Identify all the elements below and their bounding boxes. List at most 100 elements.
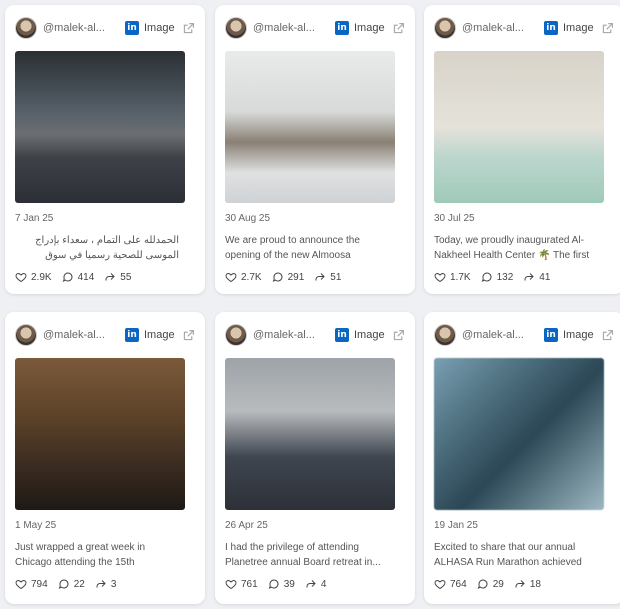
comment-icon (58, 578, 74, 590)
comment-icon (481, 271, 497, 283)
post-text: Today, we proudly inaugurated Al-Nakheel… (434, 235, 590, 261)
post-text: الحمدلله على التمام ، سعداء بإدراج الموس… (35, 235, 179, 261)
post-image[interactable] (15, 51, 185, 203)
author-handle[interactable]: @malek-al... (43, 329, 121, 341)
share-icon (95, 578, 111, 590)
post-type-label: Image (563, 329, 594, 341)
heart-icon (15, 578, 31, 590)
avatar[interactable] (225, 17, 247, 39)
post-date: 30 Jul 25 (434, 213, 475, 224)
avatar[interactable] (434, 17, 456, 39)
post-type-label: Image (354, 22, 385, 34)
comment-icon (477, 578, 493, 590)
post-image[interactable] (225, 358, 395, 510)
post-type-label: Image (563, 22, 594, 34)
post-card[interactable]: @malek-al... in Image 26 Apr 25 I had the pr… (215, 312, 415, 604)
post-card[interactable]: @malek-al... in Image 19 Jan 25 Excited to s… (424, 312, 620, 604)
engagement-stats: 764 29 18 (434, 578, 551, 590)
shares-stat: 51 (314, 271, 341, 283)
comment-icon (62, 271, 78, 283)
post-image[interactable] (434, 358, 604, 510)
comments-count: 414 (77, 271, 95, 283)
card-header: @malek-al... in Image (225, 322, 405, 348)
post-date: 1 May 25 (15, 520, 57, 531)
share-icon (305, 578, 321, 590)
post-card[interactable]: @malek-al... in Image 7 Jan 25 الحمدلله على … (5, 5, 205, 294)
share-icon (523, 271, 539, 283)
author-handle[interactable]: @malek-al... (253, 329, 331, 341)
card-header: @malek-al... in Image (434, 15, 614, 41)
shares-stat: 41 (523, 271, 550, 283)
avatar[interactable] (225, 324, 247, 346)
likes-count: 1.7K (450, 271, 471, 283)
avatar[interactable] (434, 324, 456, 346)
linkedin-icon: in (125, 328, 139, 342)
likes-stat: 794 (15, 578, 48, 590)
external-link-icon[interactable] (392, 22, 405, 35)
post-text: Just wrapped a great week in Chicago att… (15, 542, 146, 568)
share-icon (514, 578, 530, 590)
comments-count: 22 (73, 578, 85, 590)
post-date: 26 Apr 25 (225, 520, 268, 531)
shares-stat: 55 (104, 271, 131, 283)
heart-icon (434, 271, 450, 283)
post-date: 7 Jan 25 (15, 213, 54, 224)
linkedin-icon: in (544, 21, 558, 35)
shares-count: 4 (320, 578, 327, 590)
likes-stat: 761 (225, 578, 258, 590)
comment-icon (272, 271, 288, 283)
shares-count: 55 (120, 271, 132, 283)
avatar[interactable] (15, 17, 37, 39)
shares-count: 3 (110, 578, 117, 590)
comment-icon (268, 578, 284, 590)
external-link-icon[interactable] (182, 329, 195, 342)
external-link-icon[interactable] (601, 329, 614, 342)
shares-count: 51 (330, 271, 342, 283)
external-link-icon[interactable] (601, 22, 614, 35)
post-card[interactable]: @malek-al... in Image 30 Jul 25 Today, we pr… (424, 5, 620, 294)
post-image[interactable] (434, 51, 604, 203)
likes-count: 794 (31, 578, 48, 590)
post-image[interactable] (225, 51, 395, 203)
post-date: 19 Jan 25 (434, 520, 478, 531)
comments-count: 29 (492, 578, 504, 590)
post-image[interactable] (15, 358, 185, 510)
shares-stat: 4 (305, 578, 327, 590)
avatar[interactable] (15, 324, 37, 346)
post-grid: @malek-al... in Image 7 Jan 25 الحمدلله على … (0, 0, 620, 609)
likes-stat: 1.7K (434, 271, 471, 283)
post-text: We are proud to announce the opening of … (225, 235, 360, 261)
shares-count: 41 (539, 271, 551, 283)
author-handle[interactable]: @malek-al... (462, 22, 540, 34)
author-handle[interactable]: @malek-al... (43, 22, 121, 34)
card-header: @malek-al... in Image (15, 322, 195, 348)
post-type-label: Image (144, 22, 175, 34)
post-card[interactable]: @malek-al... in Image 30 Aug 25 We are proud… (215, 5, 415, 294)
comments-count: 39 (283, 578, 295, 590)
comments-stat: 29 (477, 578, 504, 590)
engagement-stats: 2.7K 291 51 (225, 271, 351, 283)
likes-count: 761 (241, 578, 258, 590)
post-type-label: Image (354, 329, 385, 341)
likes-stat: 2.9K (15, 271, 52, 283)
heart-icon (15, 271, 31, 283)
heart-icon (225, 271, 241, 283)
linkedin-icon: in (335, 21, 349, 35)
post-date: 30 Aug 25 (225, 213, 271, 224)
likes-stat: 764 (434, 578, 467, 590)
likes-count: 764 (450, 578, 467, 590)
card-header: @malek-al... in Image (15, 15, 195, 41)
card-header: @malek-al... in Image (225, 15, 405, 41)
comments-stat: 132 (481, 271, 513, 283)
author-handle[interactable]: @malek-al... (253, 22, 331, 34)
external-link-icon[interactable] (392, 329, 405, 342)
engagement-stats: 2.9K 414 55 (15, 271, 141, 283)
external-link-icon[interactable] (182, 22, 195, 35)
author-handle[interactable]: @malek-al... (462, 329, 540, 341)
post-card[interactable]: @malek-al... in Image 1 May 25 Just wrapped … (5, 312, 205, 604)
linkedin-icon: in (335, 328, 349, 342)
likes-count: 2.9K (31, 271, 52, 283)
heart-icon (434, 578, 450, 590)
heart-icon (225, 578, 241, 590)
engagement-stats: 761 39 4 (225, 578, 336, 590)
